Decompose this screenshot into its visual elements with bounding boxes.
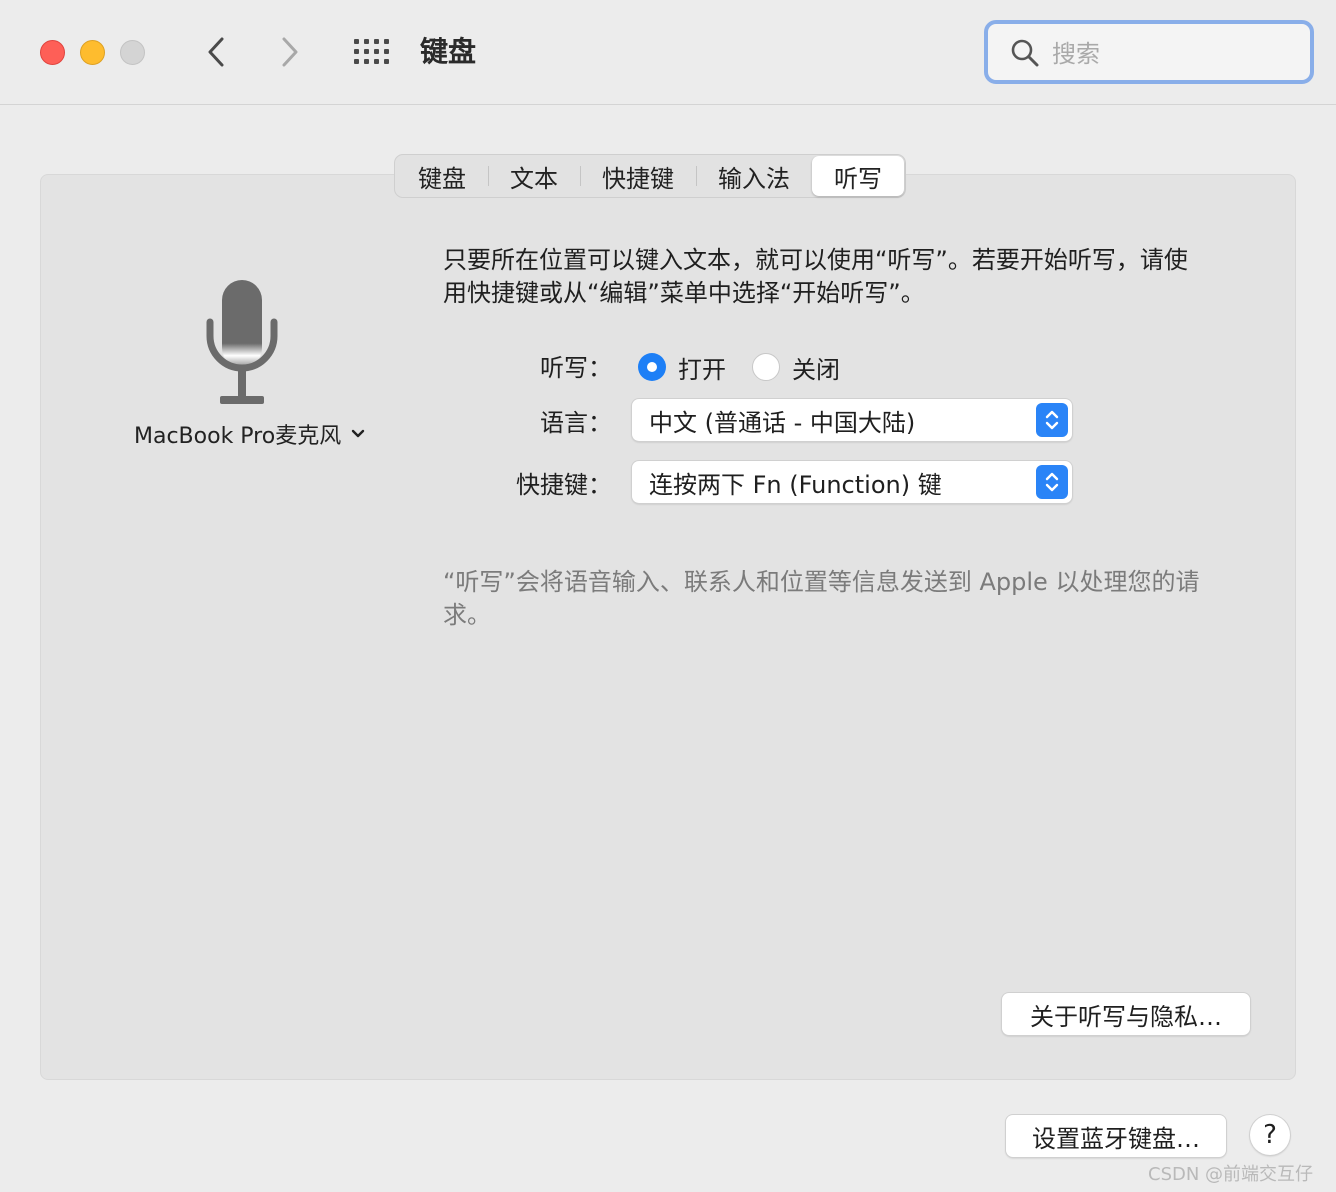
language-popup[interactable]: 中文 (普通话 - 中国大陆)	[632, 399, 1072, 441]
chevron-left-icon	[208, 37, 224, 67]
setup-bluetooth-keyboard-button[interactable]: 设置蓝牙键盘…	[1006, 1115, 1226, 1157]
chevron-right-icon	[282, 37, 298, 67]
popup-stepper-icon	[1036, 465, 1068, 499]
language-label: 语言：	[540, 409, 612, 437]
microphone-source-label: MacBook Pro麦克风	[134, 424, 342, 449]
forward-button[interactable]	[270, 30, 310, 74]
tab-text[interactable]: 文本	[488, 156, 580, 196]
help-button[interactable]: ?	[1250, 1115, 1290, 1155]
privacy-note: “听写”会将语音输入、联系人和位置等信息发送到 Apple 以处理您的请求。	[443, 568, 1200, 629]
popup-stepper-icon	[1036, 403, 1068, 437]
grid-icon[interactable]	[352, 37, 392, 67]
dictation-toggle-label: 听写：	[540, 354, 612, 382]
shortcut-label: 快捷键：	[516, 471, 612, 499]
back-button[interactable]	[196, 30, 236, 74]
dictation-off-radio[interactable]	[752, 353, 780, 381]
minimize-window-button[interactable]	[80, 40, 105, 65]
tab-bar: 键盘 文本 快捷键 输入法 听写	[394, 154, 906, 198]
search-icon	[1011, 39, 1039, 67]
search-input[interactable]	[1050, 36, 1294, 72]
microphone-source-menu[interactable]: MacBook Pro麦克风	[134, 418, 365, 450]
language-value: 中文 (普通话 - 中国大陆)	[649, 409, 916, 437]
tab-dictation[interactable]: 听写	[812, 156, 904, 196]
search-field[interactable]	[984, 20, 1314, 84]
title-bar: 键盘	[0, 0, 1336, 105]
tab-input-sources[interactable]: 输入法	[696, 156, 812, 196]
dictation-on-radio[interactable]	[638, 353, 666, 381]
dictation-privacy-button[interactable]: 关于听写与隐私…	[1002, 993, 1250, 1035]
microphone-icon	[206, 280, 278, 404]
dictation-off-label[interactable]: 关闭	[792, 350, 840, 385]
zoom-window-button[interactable]	[120, 40, 145, 65]
watermark: CSDN @前端交互仔	[1148, 1164, 1314, 1185]
shortcut-value: 连按两下 Fn (Function) 键	[649, 471, 942, 499]
tab-keyboard[interactable]: 键盘	[396, 156, 488, 196]
shortcut-popup[interactable]: 连按两下 Fn (Function) 键	[632, 461, 1072, 503]
dictation-on-label[interactable]: 打开	[678, 350, 726, 385]
close-window-button[interactable]	[40, 40, 65, 65]
tab-shortcuts[interactable]: 快捷键	[580, 156, 696, 196]
dictation-description: 只要所在位置可以键入文本，就可以使用“听写”。若要开始听写，请使用快捷键或从“编…	[443, 246, 1188, 307]
window-title: 键盘	[420, 35, 477, 68]
chevron-down-icon	[352, 429, 365, 438]
